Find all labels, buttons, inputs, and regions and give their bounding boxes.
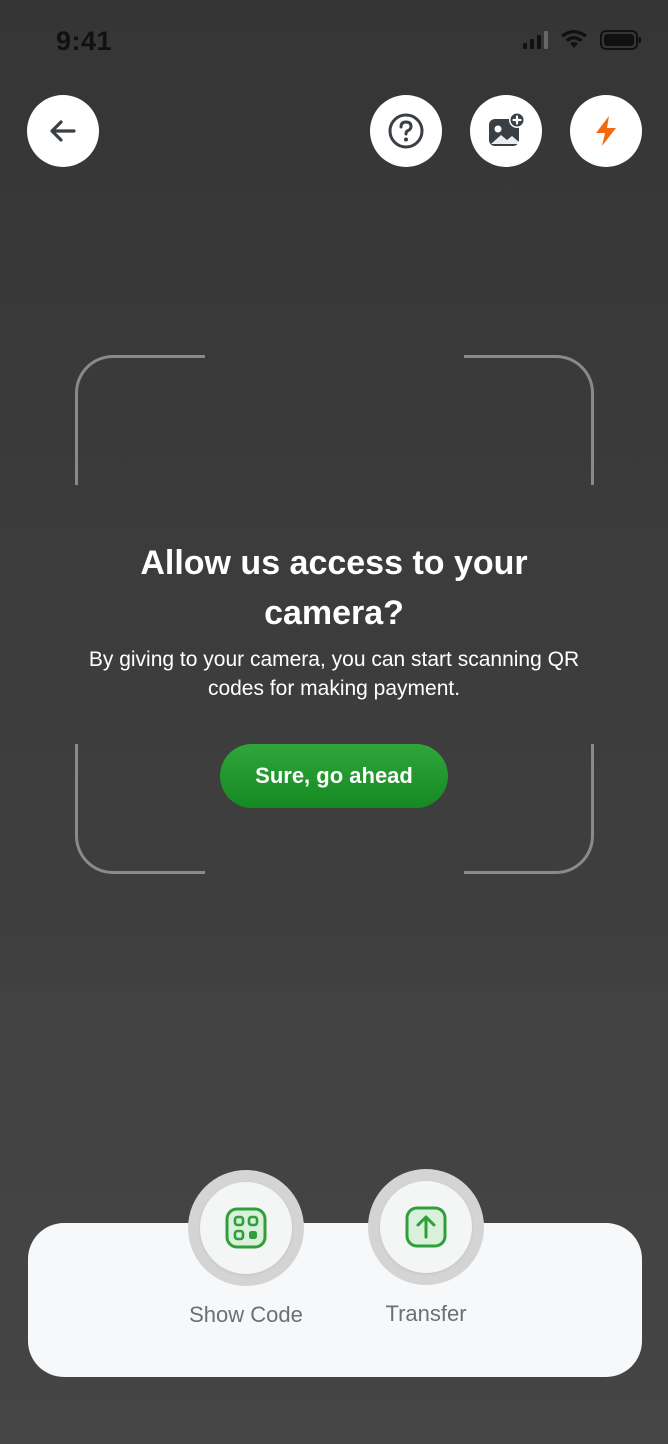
transfer-button[interactable] xyxy=(380,1181,472,1273)
scan-frame-corner-bottom-left xyxy=(75,744,205,874)
qr-grid-icon xyxy=(225,1207,267,1249)
show-code-button-ring[interactable] xyxy=(188,1170,304,1286)
scan-frame-corner-bottom-right xyxy=(464,744,594,874)
battery-icon xyxy=(600,30,641,50)
qr-scanner-screen: 9:41 Allow us access to your camera? By … xyxy=(0,0,668,1444)
camera-permission-description: By giving to your camera, you can start … xyxy=(88,648,580,700)
image-plus-icon xyxy=(489,112,525,146)
upload-arrow-icon xyxy=(405,1206,447,1248)
arrow-left-icon xyxy=(50,120,76,142)
allow-camera-button[interactable]: Sure, go ahead xyxy=(220,744,448,808)
scan-frame-corner-top-left xyxy=(75,355,205,485)
gallery-button[interactable] xyxy=(470,95,542,167)
cellular-signal-icon xyxy=(523,31,548,49)
transfer-button-ring[interactable] xyxy=(368,1169,484,1285)
help-button[interactable] xyxy=(370,95,442,167)
question-circle-icon xyxy=(388,113,424,149)
status-time: 9:41 xyxy=(56,26,113,56)
lightning-icon xyxy=(596,116,616,146)
scan-frame-corner-top-right xyxy=(464,355,594,485)
show-code-button[interactable] xyxy=(200,1182,292,1274)
show-code-label: Show Code xyxy=(189,1302,303,1327)
status-icons xyxy=(522,30,642,50)
back-button[interactable] xyxy=(27,95,99,167)
status-bar: 9:41 xyxy=(0,0,668,80)
wifi-icon xyxy=(561,30,587,48)
transfer-label: Transfer xyxy=(385,1301,467,1326)
flash-toggle-button[interactable] xyxy=(570,95,642,167)
camera-permission-title: Allow us access to your camera? xyxy=(140,544,528,632)
bottom-action-panel xyxy=(28,1223,642,1377)
